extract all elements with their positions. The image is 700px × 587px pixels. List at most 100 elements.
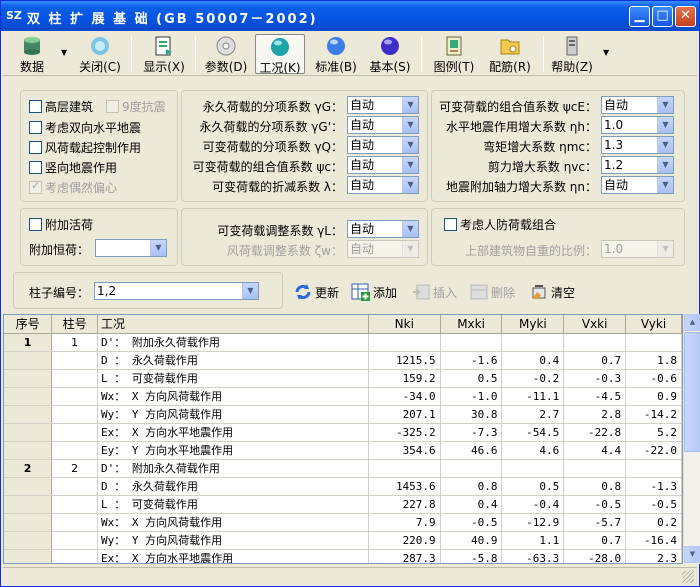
psi-c-select[interactable]: 自动 ▼ xyxy=(347,156,419,174)
row-value-cell[interactable] xyxy=(625,333,682,352)
table-row[interactable]: L ： 可变荷载作用 227.8 0.4 -0.4 -0.5 -0.5 xyxy=(4,495,682,514)
row-value-cell[interactable]: 46.6 xyxy=(440,441,503,460)
header-column[interactable]: 柱号 xyxy=(51,315,98,334)
wind-control-checkbox[interactable]: 风荷载起控制作用 xyxy=(29,139,141,156)
clear-button[interactable]: 清空 xyxy=(529,282,575,302)
row-value-cell[interactable]: 40.9 xyxy=(440,531,503,550)
table-row[interactable]: Ey： Y 方向水平地震作用 354.6 46.6 4.6 4.4 -22.0 xyxy=(4,441,682,460)
row-value-cell[interactable] xyxy=(501,459,565,478)
extra-live-checkbox[interactable]: 附加活荷 xyxy=(29,216,93,233)
header-vyki[interactable]: Vyki xyxy=(625,315,682,334)
row-value-cell[interactable] xyxy=(440,333,503,352)
row-value-cell[interactable]: 0.8 xyxy=(563,477,627,496)
row-value-cell[interactable]: 4.6 xyxy=(501,441,565,460)
psi-ce-select[interactable]: 自动 ▼ xyxy=(601,96,674,114)
toolbar-cases-button[interactable]: 工况(K) xyxy=(255,34,305,75)
row-value-cell[interactable] xyxy=(368,459,441,478)
title-bar[interactable]: SZ 双 柱 扩 展 基 础 (GB 50007－2002) ▁ □ ✕ xyxy=(1,1,699,31)
row-value-cell[interactable]: -22.8 xyxy=(563,423,627,442)
row-seq-cell[interactable] xyxy=(4,351,53,370)
row-value-cell[interactable]: -4.5 xyxy=(563,387,627,406)
extra-dead-select[interactable]: ▼ xyxy=(95,239,167,257)
row-value-cell[interactable]: -12.9 xyxy=(501,513,565,532)
upper-ratio-select[interactable]: 1.0 ▼ xyxy=(601,240,674,258)
row-value-cell[interactable]: -0.3 xyxy=(563,369,627,388)
row-value-cell[interactable]: 220.9 xyxy=(368,531,441,550)
row-column-cell[interactable] xyxy=(51,513,98,532)
row-value-cell[interactable]: 0.5 xyxy=(440,369,503,388)
table-row[interactable]: Wy： Y 方向风荷载作用 207.1 30.8 2.7 2.8 -14.2 xyxy=(4,405,682,424)
row-case-cell[interactable]: D'： 附加永久荷载作用 xyxy=(97,333,369,352)
row-value-cell[interactable]: -5.7 xyxy=(563,513,627,532)
bidirectional-seismic-checkbox[interactable]: 考虑双向水平地震 xyxy=(29,119,141,136)
eta-h-select[interactable]: 1.0 ▼ xyxy=(601,116,674,134)
row-case-cell[interactable]: D ： 永久荷载作用 xyxy=(97,351,369,370)
refresh-button[interactable]: 更新 xyxy=(293,282,339,302)
row-case-cell[interactable]: D'： 附加永久荷载作用 xyxy=(97,459,369,478)
row-case-cell[interactable]: D ： 永久荷载作用 xyxy=(97,477,369,496)
row-value-cell[interactable]: -0.4 xyxy=(501,495,565,514)
minimize-button[interactable]: ▁ xyxy=(629,6,650,27)
toolbar-params-button[interactable]: 参数(D) xyxy=(203,34,249,74)
row-value-cell[interactable]: 2.3 xyxy=(625,549,682,563)
row-value-cell[interactable]: 287.3 xyxy=(368,549,441,563)
row-value-cell[interactable]: -1.6 xyxy=(440,351,503,370)
row-case-cell[interactable]: Ex： X 方向水平地震作用 xyxy=(97,549,369,563)
resize-grip[interactable] xyxy=(682,571,694,583)
row-value-cell[interactable]: -325.2 xyxy=(368,423,441,442)
row-value-cell[interactable]: 0.9 xyxy=(625,387,682,406)
scroll-up-button[interactable]: ▲ xyxy=(684,314,700,331)
row-value-cell[interactable]: 0.4 xyxy=(501,351,565,370)
row-column-cell[interactable] xyxy=(51,387,98,406)
row-value-cell[interactable]: -54.5 xyxy=(501,423,565,442)
row-value-cell[interactable] xyxy=(440,459,503,478)
row-value-cell[interactable]: 4.4 xyxy=(563,441,627,460)
table-row[interactable]: 2 2 D'： 附加永久荷载作用 xyxy=(4,459,682,478)
row-value-cell[interactable]: -0.6 xyxy=(625,369,682,388)
row-value-cell[interactable]: -11.1 xyxy=(501,387,565,406)
row-value-cell[interactable]: -0.5 xyxy=(440,513,503,532)
high-rise-checkbox[interactable]: 高层建筑 xyxy=(29,98,93,115)
row-value-cell[interactable]: 354.6 xyxy=(368,441,441,460)
civil-defense-checkbox[interactable]: 考虑人防荷载组合 xyxy=(444,216,556,233)
row-case-cell[interactable]: Ex： X 方向水平地震作用 xyxy=(97,423,369,442)
row-value-cell[interactable]: -63.3 xyxy=(501,549,565,563)
row-column-cell[interactable] xyxy=(51,549,98,563)
row-value-cell[interactable]: 30.8 xyxy=(440,405,503,424)
eta-n-select[interactable]: 自动 ▼ xyxy=(601,176,674,194)
table-row[interactable]: L ： 可变荷载作用 159.2 0.5 -0.2 -0.3 -0.6 xyxy=(4,369,682,388)
row-value-cell[interactable]: 0.2 xyxy=(625,513,682,532)
insert-button[interactable]: 插入 xyxy=(411,282,457,302)
load-case-table[interactable]: 序号 柱号 工况 Nki Mxki Myki Vxki Vyki 1 1 D'： 附… xyxy=(3,314,683,564)
row-seq-cell[interactable] xyxy=(4,549,53,563)
row-value-cell[interactable] xyxy=(368,333,441,352)
row-seq-cell[interactable] xyxy=(4,441,53,460)
row-value-cell[interactable]: -5.8 xyxy=(440,549,503,563)
row-value-cell[interactable]: 1.8 xyxy=(625,351,682,370)
row-value-cell[interactable]: 207.1 xyxy=(368,405,441,424)
row-seq-cell[interactable] xyxy=(4,495,53,514)
row-value-cell[interactable]: -22.0 xyxy=(625,441,682,460)
row-column-cell[interactable] xyxy=(51,423,98,442)
header-mxki[interactable]: Mxki xyxy=(440,315,503,334)
row-value-cell[interactable]: -0.2 xyxy=(501,369,565,388)
nine-degree-checkbox[interactable]: 9度抗震 xyxy=(106,98,166,115)
toolbar-rebar-button[interactable]: 配筋(R) xyxy=(485,34,535,74)
table-row[interactable]: Ex： X 方向水平地震作用 287.3 -5.8 -63.3 -28.0 2.3 xyxy=(4,549,682,563)
row-column-cell[interactable]: 2 xyxy=(51,459,98,478)
row-seq-cell[interactable] xyxy=(4,387,53,406)
toolbar-basic-button[interactable]: 基本(S) xyxy=(367,34,413,74)
row-seq-cell[interactable] xyxy=(4,369,53,388)
scroll-thumb[interactable] xyxy=(684,332,700,452)
row-value-cell[interactable]: -34.0 xyxy=(368,387,441,406)
header-vxki[interactable]: Vxki xyxy=(563,315,627,334)
row-value-cell[interactable]: -7.3 xyxy=(440,423,503,442)
row-seq-cell[interactable] xyxy=(4,477,53,496)
row-column-cell[interactable]: 1 xyxy=(51,333,98,352)
row-column-cell[interactable] xyxy=(51,441,98,460)
row-column-cell[interactable] xyxy=(51,495,98,514)
table-row[interactable]: 1 1 D'： 附加永久荷载作用 xyxy=(4,333,682,352)
header-case[interactable]: 工况 xyxy=(97,315,369,334)
table-row[interactable]: D ： 永久荷载作用 1453.6 0.8 0.5 0.8 -1.3 xyxy=(4,477,682,496)
row-value-cell[interactable] xyxy=(563,333,627,352)
